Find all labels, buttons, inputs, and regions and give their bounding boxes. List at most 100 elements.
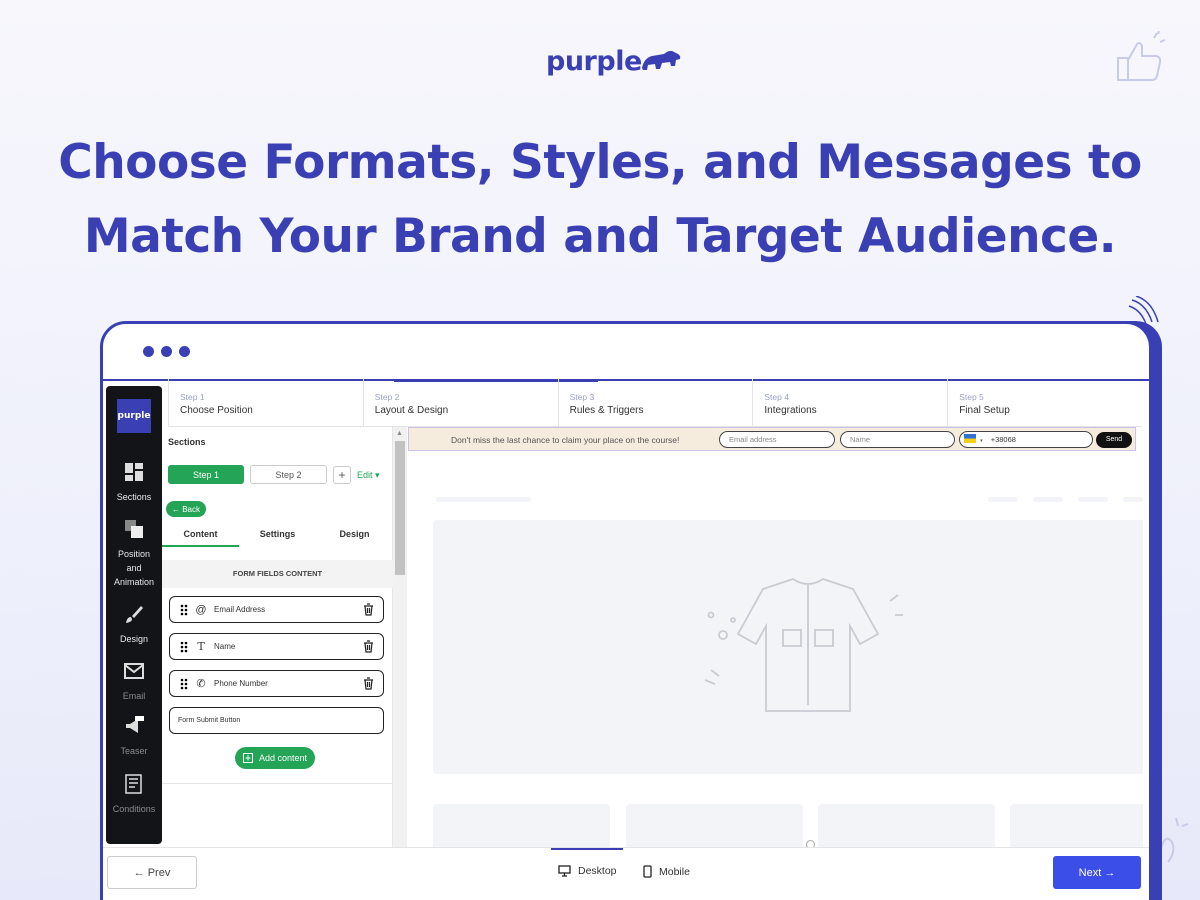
edit-dropdown[interactable]: Edit ▾	[357, 470, 380, 481]
panel-divider	[162, 783, 393, 784]
step-title: Integrations	[764, 405, 817, 416]
decorative-doodle-icon	[1159, 817, 1189, 863]
desktop-label: Desktop	[578, 865, 617, 877]
product-card-placeholder	[818, 804, 995, 847]
tab-settings[interactable]: Settings	[239, 521, 316, 547]
field-label: Form Submit Button	[178, 717, 241, 724]
sidebar-item-label: Teaser	[120, 746, 148, 756]
add-box-icon	[243, 753, 253, 763]
chevron-down-icon: ▾	[980, 438, 983, 444]
tab-design[interactable]: Design	[316, 521, 393, 547]
trash-icon[interactable]	[363, 677, 374, 690]
prev-button[interactable]: ← Prev	[107, 856, 197, 889]
banner-message: Don't miss the last chance to claim your…	[451, 435, 680, 445]
form-submit-button-row[interactable]: Form Submit Button	[169, 707, 384, 734]
email-icon	[124, 663, 144, 679]
mobile-toggle[interactable]: Mobile	[643, 865, 690, 878]
trash-icon[interactable]	[363, 640, 374, 653]
editor-sidebar: purple Sections Position and Animation D…	[106, 386, 162, 844]
sidebar-item-position[interactable]: Position and Animation	[106, 519, 162, 589]
placeholder-bar	[988, 497, 1018, 502]
field-row-email[interactable]: @ Email Address	[169, 596, 384, 623]
bottom-bar: ← Prev Desktop Mobile Next →	[103, 847, 1149, 900]
sidebar-item-design[interactable]: Design	[106, 604, 162, 646]
sidebar-item-label: Conditions	[112, 804, 156, 814]
megaphone-icon	[126, 716, 144, 733]
sections-panel: Sections Step 1 Step 2 + Edit ▾ ← Back C…	[162, 427, 393, 847]
next-button[interactable]: Next →	[1053, 856, 1141, 889]
field-row-phone[interactable]: ✆ Phone Number	[169, 670, 384, 697]
at-icon: @	[195, 603, 207, 616]
add-content-button[interactable]: Add content	[235, 747, 316, 769]
mobile-label: Mobile	[659, 865, 690, 878]
field-label: Phone Number	[214, 679, 268, 688]
panel-step-2-button[interactable]: Step 2	[250, 465, 327, 484]
desktop-toggle[interactable]: Desktop	[558, 865, 617, 877]
banner-email-input[interactable]: Email address	[719, 431, 835, 448]
drag-handle-icon[interactable]	[180, 678, 188, 690]
field-row-name[interactable]: T Name	[169, 633, 384, 660]
step-5[interactable]: Step 5 Final Setup	[947, 379, 1142, 426]
placeholder-bar	[1078, 497, 1108, 502]
panel-step-1-button[interactable]: Step 1	[168, 465, 244, 484]
jacket-illustration-icon	[704, 578, 903, 712]
sidebar-item-teaser[interactable]: Teaser	[106, 716, 162, 758]
step-number: Step 3	[569, 392, 595, 402]
step-4[interactable]: Step 4 Integrations	[752, 379, 947, 426]
brand-logo: purple	[546, 40, 682, 80]
sections-icon	[125, 463, 143, 481]
window-dot[interactable]	[161, 346, 172, 357]
add-content-label: Add content	[259, 753, 308, 763]
desktop-icon	[558, 865, 571, 877]
window-dot[interactable]	[143, 346, 154, 357]
phone-icon: ✆	[196, 678, 206, 690]
wizard-steps: Step 1 Choose Position Step 2 Layout & Des…	[168, 379, 1142, 427]
sidebar-item-sections[interactable]: Sections	[106, 462, 162, 504]
add-step-button[interactable]: +	[333, 466, 351, 484]
step-2[interactable]: Step 2 Layout & Design	[362, 379, 598, 426]
back-button[interactable]: ← Back	[166, 501, 207, 517]
thumbs-up-icon	[1117, 30, 1166, 81]
popup-banner: Don't miss the last chance to claim your…	[408, 427, 1136, 451]
sidebar-item-email[interactable]: Email	[106, 661, 162, 703]
carousel-dot[interactable]	[806, 840, 815, 847]
trash-icon[interactable]	[363, 603, 374, 616]
step-1[interactable]: Step 1 Choose Position	[168, 379, 363, 426]
step-title: Rules & Triggers	[569, 405, 644, 416]
phone-value: +38068	[990, 435, 1016, 444]
sidebar-item-label: Position and Animation	[113, 549, 155, 587]
panel-tabs: Content Settings Design	[162, 521, 393, 547]
tab-content[interactable]: Content	[162, 521, 239, 547]
form-fields-heading: FORM FIELDS CONTENT	[162, 560, 393, 588]
step-number: Step 2	[374, 392, 400, 402]
send-button[interactable]: Send	[1096, 432, 1132, 448]
sidebar-item-conditions[interactable]: Conditions	[106, 774, 162, 816]
scrollbar-thumb[interactable]	[395, 441, 405, 575]
banner-phone-input[interactable]: ▾ +38068	[959, 431, 1093, 448]
sidebar-item-label: Email	[122, 691, 146, 701]
headline: Choose Formats, Styles, and Messages to …	[0, 126, 1200, 274]
window-dot[interactable]	[179, 346, 190, 357]
field-label: Name	[214, 642, 236, 651]
product-hero-placeholder	[433, 520, 1143, 847]
drag-handle-icon[interactable]	[180, 604, 188, 616]
placeholder-bar	[436, 497, 531, 502]
step-3[interactable]: Step 3 Rules & Triggers	[557, 379, 753, 426]
text-icon: T	[197, 640, 205, 653]
product-card-placeholder	[626, 804, 803, 847]
step-number: Step 5	[959, 392, 984, 402]
app-window: purple Sections Position and Animation D…	[100, 321, 1152, 900]
product-card-placeholder	[433, 804, 610, 847]
step-title: Final Setup	[959, 405, 1010, 416]
step-number: Step 1	[180, 392, 205, 402]
step-number: Step 4	[764, 392, 789, 402]
scroll-up-icon[interactable]: ▲	[396, 430, 403, 437]
panel-scrollbar[interactable]: ▲	[393, 427, 407, 847]
drag-handle-icon[interactable]	[180, 641, 188, 653]
panel-title: Sections	[168, 437, 206, 447]
banner-name-input[interactable]: Name	[840, 431, 955, 448]
bear-icon	[641, 50, 681, 70]
product-card-placeholder	[1010, 804, 1143, 847]
field-label: Email Address	[214, 605, 266, 614]
headline-line-1: Choose Formats, Styles, and Messages to	[58, 135, 1142, 190]
